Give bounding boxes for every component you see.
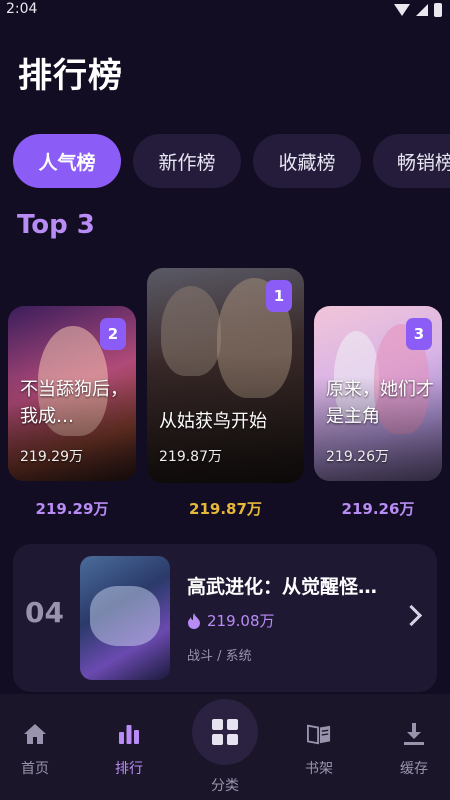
top3-card-rank-2[interactable]: 2 不当舔狗后，我成… 219.29万 (8, 306, 136, 481)
wifi-icon (394, 4, 410, 16)
list-tags: 战斗 / 系统 (187, 649, 252, 664)
nav-label: 分类 (211, 778, 239, 794)
card-count: 219.87万 (159, 449, 222, 465)
nav-category[interactable]: 分类 (190, 694, 260, 800)
list-popularity: 219.08万 (187, 610, 275, 631)
card-count: 219.26万 (326, 449, 389, 465)
list-count: 219.08万 (207, 612, 275, 630)
download-icon (404, 723, 424, 745)
grid-icon (212, 719, 238, 745)
rank-badge: 1 (266, 280, 292, 312)
nav-label: 缓存 (400, 761, 428, 777)
nav-label: 书架 (305, 761, 333, 777)
nav-label: 首页 (21, 761, 49, 777)
top3-section-title: Top 3 (17, 210, 95, 240)
card-title: 从姑获鸟开始 (159, 411, 267, 432)
home-icon (24, 724, 46, 744)
list-title: 高武进化：从觉醒怪… (187, 576, 378, 598)
tab-new[interactable]: 新作榜 (133, 134, 241, 188)
chevron-right-icon[interactable] (400, 604, 423, 627)
list-cover-image (80, 556, 170, 680)
battery-icon (434, 3, 442, 17)
rank-badge: 2 (100, 318, 126, 350)
top3-card-rank-1[interactable]: 1 从姑获鸟开始 219.87万 (147, 268, 304, 483)
fire-icon (188, 612, 200, 629)
tab-favorites[interactable]: 收藏榜 (253, 134, 361, 188)
nav-label: 排行 (115, 761, 143, 777)
rank-2-popularity: 219.29万 (35, 500, 109, 518)
nav-ranking[interactable]: 排行 (102, 694, 156, 800)
bar-chart-icon (119, 725, 139, 744)
list-item[interactable]: 04 高武进化：从觉醒怪… 219.08万 战斗 / 系统 (13, 544, 437, 692)
status-bar: 2:04 (0, 0, 450, 22)
category-button[interactable] (192, 699, 258, 765)
card-title: 不当舔狗后，我成… (20, 379, 128, 427)
nav-home[interactable]: 首页 (8, 694, 62, 800)
tab-popular[interactable]: 人气榜 (13, 134, 121, 188)
book-icon (307, 724, 331, 745)
status-icons (394, 3, 442, 17)
nav-cache[interactable]: 缓存 (387, 694, 441, 800)
ranking-tabs: 人气榜 新作榜 收藏榜 畅销榜 (13, 134, 450, 188)
signal-icon (416, 4, 428, 16)
rank-3-popularity: 219.26万 (341, 500, 415, 518)
page-title: 排行榜 (18, 56, 123, 96)
rank-1-popularity: 219.87万 (189, 500, 262, 518)
status-time: 2:04 (6, 1, 38, 17)
rank-badge: 3 (406, 318, 432, 350)
card-count: 219.29万 (20, 449, 83, 465)
list-rank: 04 (25, 596, 64, 629)
bottom-nav: 首页 排行 分类 书架 缓存 (0, 694, 450, 800)
top3-card-rank-3[interactable]: 3 原来，她们才是主角 219.26万 (314, 306, 442, 481)
nav-bookshelf[interactable]: 书架 (292, 694, 346, 800)
card-title: 原来，她们才是主角 (326, 379, 434, 427)
tab-bestseller[interactable]: 畅销榜 (373, 134, 450, 188)
